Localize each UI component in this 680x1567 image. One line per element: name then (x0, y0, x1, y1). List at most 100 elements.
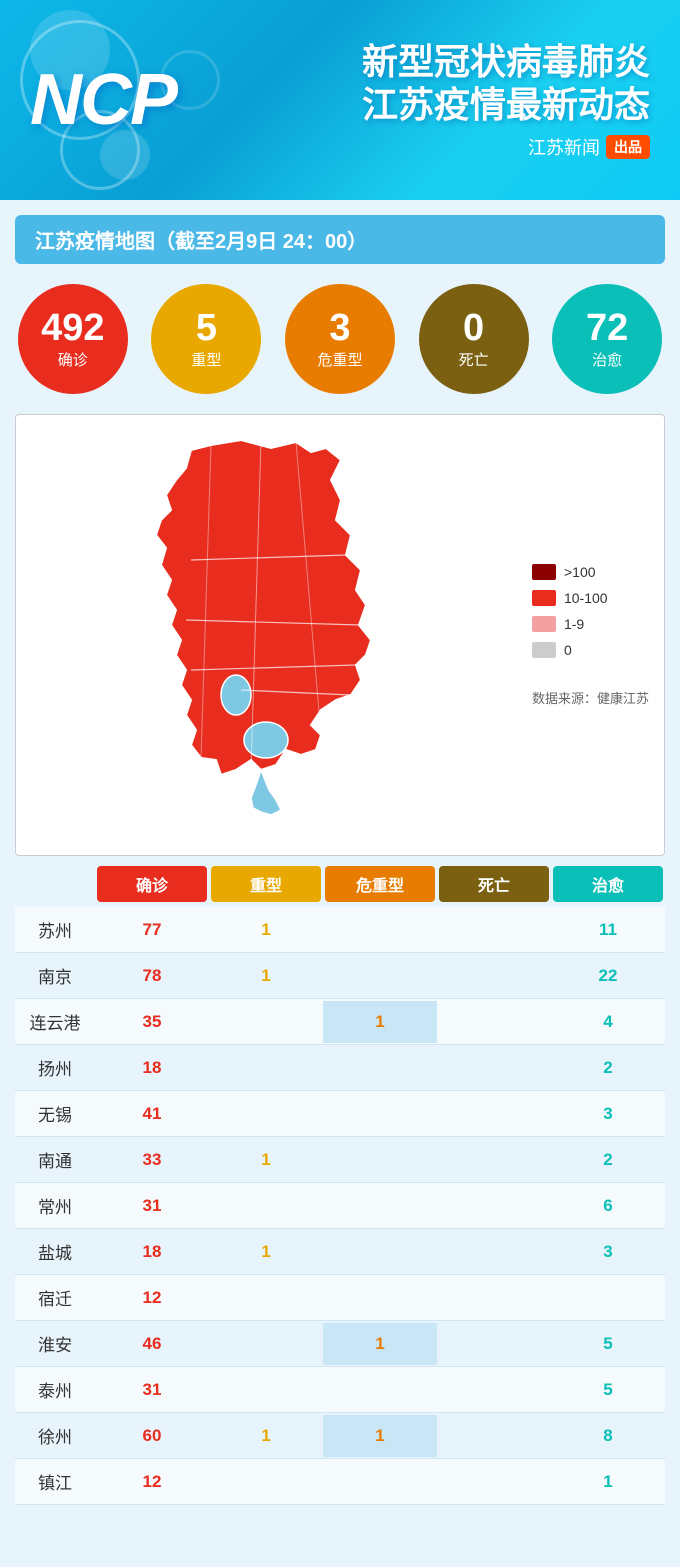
td-city-8: 宿迁 (15, 1275, 95, 1320)
td-severe-6 (209, 1185, 323, 1227)
table-row: 淮安 46 1 5 (15, 1321, 665, 1367)
td-confirmed-7: 18 (95, 1231, 209, 1273)
map-section-title-bar: 江苏疫情地图（截至2月9日 24：00） (15, 215, 665, 264)
td-critical-4 (323, 1093, 437, 1135)
table-body: 苏州 77 1 11 南京 78 1 22 连云港 35 1 4 扬州 18 2… (15, 907, 665, 1505)
th-severe: 重型 (211, 866, 321, 902)
td-city-6: 常州 (15, 1183, 95, 1228)
critical-number: 3 (329, 309, 350, 347)
table-row: 连云港 35 1 4 (15, 999, 665, 1045)
table-row: 徐州 60 1 1 8 (15, 1413, 665, 1459)
table-row: 无锡 41 3 (15, 1091, 665, 1137)
legend-item-gt100: >100 (532, 564, 649, 580)
td-recovered-0: 11 (551, 909, 665, 951)
map-title: 江苏疫情地图（截至2月9日 24：00） (35, 231, 367, 253)
td-recovered-5: 2 (551, 1139, 665, 1181)
td-critical-5 (323, 1139, 437, 1181)
td-city-3: 扬州 (15, 1045, 95, 1090)
severe-label: 重型 (191, 349, 221, 370)
td-severe-5: 1 (209, 1139, 323, 1181)
th-confirmed: 确诊 (97, 866, 207, 902)
th-death: 死亡 (439, 866, 549, 902)
td-confirmed-6: 31 (95, 1185, 209, 1227)
header-title: 新型冠状病毒肺炎 江苏疫情最新动态 江苏新闻 出品 (186, 40, 650, 160)
td-confirmed-9: 46 (95, 1323, 209, 1365)
td-death-8 (437, 1277, 551, 1319)
td-confirmed-8: 12 (95, 1277, 209, 1319)
map-svg-area (31, 430, 512, 840)
td-city-10: 泰州 (15, 1367, 95, 1412)
legend-label-gt100: >100 (564, 564, 596, 580)
confirmed-number: 492 (41, 309, 104, 347)
td-death-7 (437, 1231, 551, 1273)
td-severe-7: 1 (209, 1231, 323, 1273)
td-severe-9 (209, 1323, 323, 1365)
td-city-9: 淮安 (15, 1321, 95, 1366)
table-row: 南通 33 1 2 (15, 1137, 665, 1183)
td-death-2 (437, 1001, 551, 1043)
table-row: 常州 31 6 (15, 1183, 665, 1229)
legend-label-0: 0 (564, 642, 572, 658)
td-city-11: 徐州 (15, 1413, 95, 1458)
legend-item-10-100: 10-100 (532, 590, 649, 606)
death-label: 死亡 (459, 349, 489, 370)
table-row: 宿迁 12 (15, 1275, 665, 1321)
th-critical: 危重型 (325, 866, 435, 902)
td-critical-3 (323, 1047, 437, 1089)
stat-severe: 5 重型 (151, 284, 261, 394)
td-death-12 (437, 1461, 551, 1503)
legend-color-1-9 (532, 616, 556, 632)
td-city-7: 盐城 (15, 1229, 95, 1274)
td-recovered-1: 22 (551, 955, 665, 997)
td-confirmed-5: 33 (95, 1139, 209, 1181)
td-death-3 (437, 1047, 551, 1089)
data-table-section: 确诊 重型 危重型 死亡 治愈 苏州 77 1 11 南京 78 1 22 连云… (15, 866, 665, 1505)
td-death-5 (437, 1139, 551, 1181)
td-severe-0: 1 (209, 909, 323, 951)
td-recovered-8 (551, 1277, 665, 1319)
td-city-4: 无锡 (15, 1091, 95, 1136)
recovered-number: 72 (586, 309, 628, 347)
header-source: 江苏新闻 出品 (528, 134, 650, 160)
table-header: 确诊 重型 危重型 死亡 治愈 (15, 866, 665, 907)
td-confirmed-3: 18 (95, 1047, 209, 1089)
source-label: 江苏新闻 (528, 134, 600, 160)
td-severe-12 (209, 1461, 323, 1503)
confirmed-label: 确诊 (58, 349, 88, 370)
td-city-12: 镇江 (15, 1459, 95, 1504)
td-confirmed-0: 77 (95, 909, 209, 951)
source-badge: 出品 (606, 135, 650, 159)
td-death-4 (437, 1093, 551, 1135)
legend-color-10-100 (532, 590, 556, 606)
td-recovered-9: 5 (551, 1323, 665, 1365)
td-confirmed-11: 60 (95, 1415, 209, 1457)
td-confirmed-12: 12 (95, 1461, 209, 1503)
ncp-logo: NCP (30, 59, 176, 141)
td-critical-8 (323, 1277, 437, 1319)
title-line1: 新型冠状病毒肺炎 江苏疫情最新动态 (362, 40, 650, 126)
map-container: >100 10-100 1-9 0 数据来源：健康江苏 (15, 414, 665, 856)
td-death-10 (437, 1369, 551, 1411)
td-recovered-3: 2 (551, 1047, 665, 1089)
td-severe-1: 1 (209, 955, 323, 997)
td-recovered-11: 8 (551, 1415, 665, 1457)
legend-label-1-9: 1-9 (564, 616, 584, 632)
th-recovered: 治愈 (553, 866, 663, 902)
td-city-1: 南京 (15, 953, 95, 998)
td-critical-2: 1 (323, 1001, 437, 1043)
td-critical-7 (323, 1231, 437, 1273)
td-severe-8 (209, 1277, 323, 1319)
td-death-0 (437, 909, 551, 951)
critical-label: 危重型 (317, 349, 362, 370)
page-header: NCP 新型冠状病毒肺炎 江苏疫情最新动态 江苏新闻 出品 (0, 0, 680, 200)
table-row: 南京 78 1 22 (15, 953, 665, 999)
legend-label-10-100: 10-100 (564, 590, 608, 606)
legend-color-gt100 (532, 564, 556, 580)
td-critical-11: 1 (323, 1415, 437, 1457)
td-severe-2 (209, 1001, 323, 1043)
table-row: 扬州 18 2 (15, 1045, 665, 1091)
severe-number: 5 (196, 309, 217, 347)
td-confirmed-4: 41 (95, 1093, 209, 1135)
td-critical-6 (323, 1185, 437, 1227)
stat-death: 0 死亡 (419, 284, 529, 394)
